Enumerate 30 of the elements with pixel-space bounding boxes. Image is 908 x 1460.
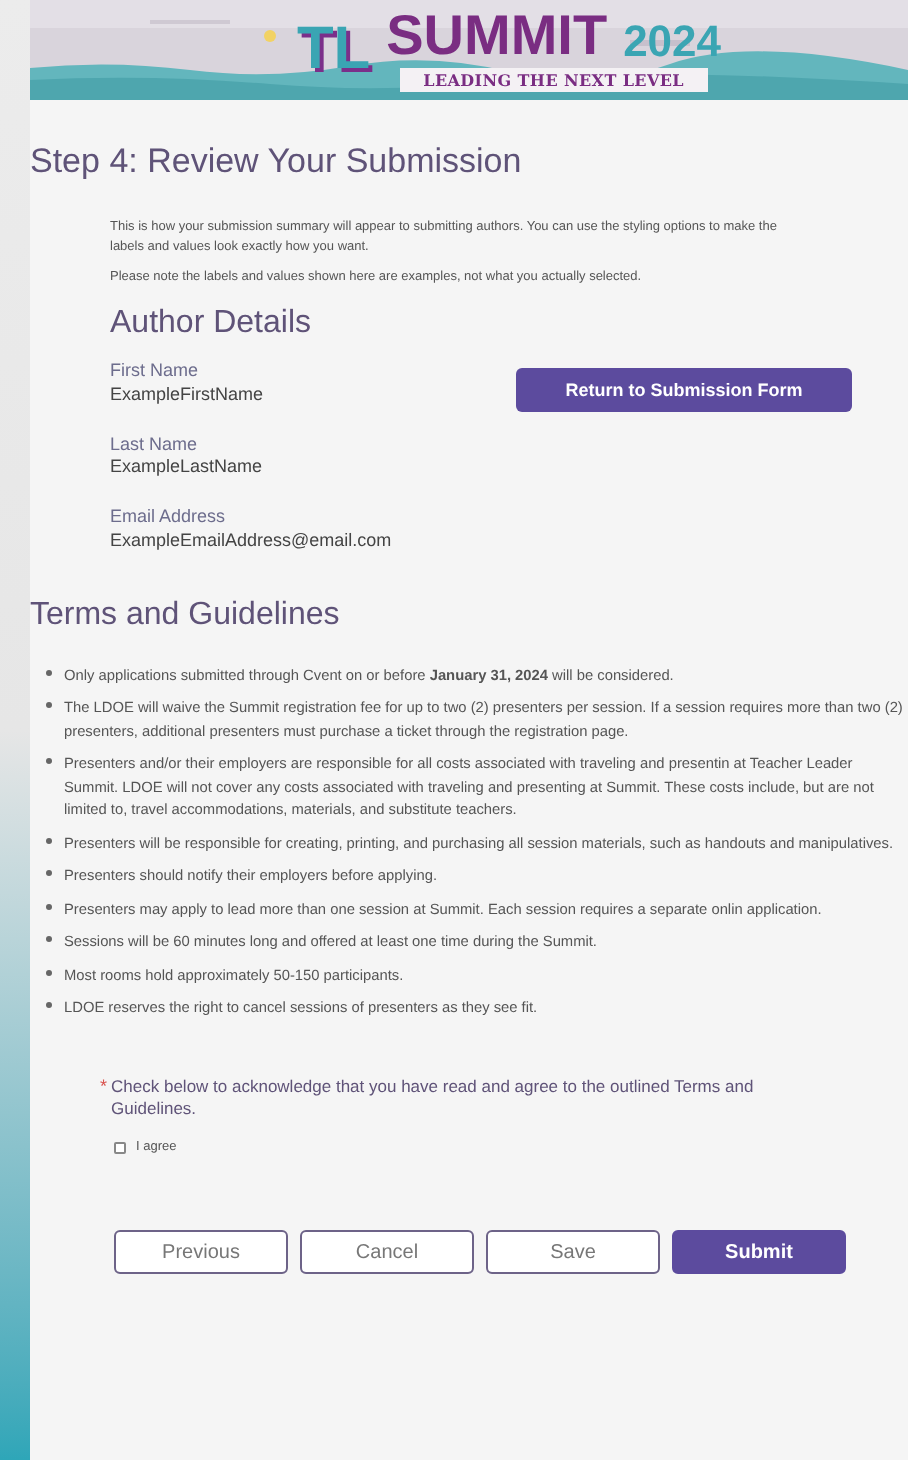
form-button[interactable]: Cancel xyxy=(300,1230,474,1275)
field-value: ExampleFirstName xyxy=(110,383,266,406)
form-button[interactable]: Previous xyxy=(114,1230,288,1275)
section-heading: Terms and Guidelines xyxy=(30,595,342,636)
page-title: Step 4: Review Your Submission xyxy=(30,140,524,183)
agree-checkbox[interactable] xyxy=(114,1142,126,1155)
acknowledgement-text: Check below to acknowledge that you have read and agree to the outlined Terms and Guidelines. xyxy=(111,1075,756,1123)
form-button[interactable]: Submit xyxy=(672,1230,846,1275)
logo-year: 2024 xyxy=(623,20,722,64)
logo-letters: TL xyxy=(296,20,371,80)
logo-title: SUMMIT xyxy=(386,8,608,64)
field-value: ExampleEmailAddress@email.com xyxy=(110,529,392,552)
required-mark: * xyxy=(100,1075,108,1100)
section-heading: Author Details xyxy=(110,304,313,345)
bullet-icon xyxy=(46,1002,52,1009)
field-label: Email Address xyxy=(110,506,228,530)
return-button[interactable]: Return to Submission Form xyxy=(516,368,852,413)
bullet-icon xyxy=(46,702,52,709)
form-button[interactable]: Save xyxy=(486,1230,660,1275)
bullet-icon xyxy=(46,969,52,976)
field-label: First Name xyxy=(110,360,201,384)
bullet-icon xyxy=(46,870,52,877)
bullet-icon xyxy=(46,669,52,676)
field-label: Last Name xyxy=(110,433,200,457)
field-value: ExampleLastName xyxy=(110,456,265,479)
bullet-icon xyxy=(46,903,52,910)
bullet-icon xyxy=(46,837,52,844)
logo-tagline: LEADING THE NEXT LEVEL xyxy=(399,68,708,92)
bullet-icon xyxy=(46,758,52,765)
bullet-icon xyxy=(46,936,52,943)
